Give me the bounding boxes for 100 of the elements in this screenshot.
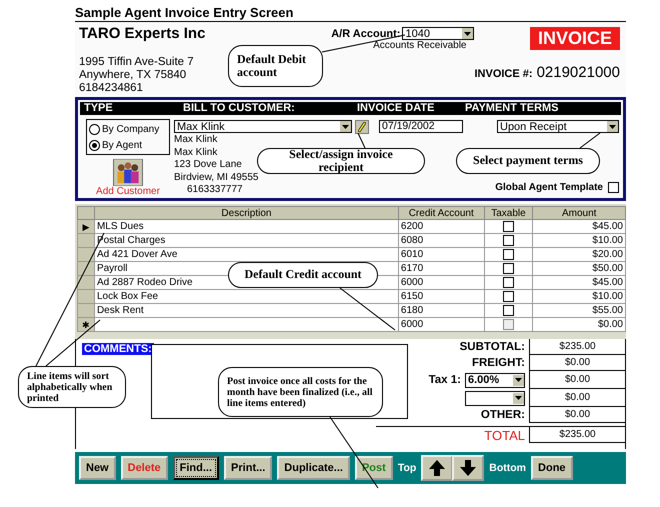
company-name: TARO Experts Inc xyxy=(79,25,206,42)
leader-line xyxy=(358,132,366,148)
table-cell: 6200 xyxy=(400,221,424,232)
table-cell: 6080 xyxy=(400,235,424,246)
caret-icon[interactable] xyxy=(464,32,472,36)
ar-account-description: Accounts Receivable xyxy=(373,40,466,51)
column-header: Taxable xyxy=(484,206,533,220)
taxable-checkbox[interactable] xyxy=(502,276,514,288)
taxable-checkbox[interactable] xyxy=(502,290,514,302)
tax-rate-dropdown[interactable]: 6.00% xyxy=(465,372,525,388)
row-selector[interactable]: ▶ xyxy=(78,220,94,234)
type-radio[interactable]: By Agent xyxy=(89,137,142,153)
total-label: FREIGHT: xyxy=(472,357,525,369)
invoice-number-label: INVOICE #: xyxy=(474,68,533,80)
total-amount: $0.00 xyxy=(564,357,590,368)
comments-label: COMMENTS: xyxy=(82,343,154,355)
global-agent-template-checkbox[interactable] xyxy=(608,182,619,193)
callout: Post invoice once all costs for the month have been finalized (i.e., all line items entered) xyxy=(218,367,383,417)
up-arrow-button[interactable] xyxy=(421,455,454,481)
total-amount: $235.00 xyxy=(559,429,596,440)
table-cell: $10.00 xyxy=(592,291,623,302)
table-cell: $50.00 xyxy=(592,263,623,274)
table-cell: $55.00 xyxy=(592,305,623,316)
company-address-line: Anywhere, TX 75840 xyxy=(79,69,186,82)
company-address-line: 1995 Tiffin Ave-Suite 7 xyxy=(79,56,194,69)
invoice-date-field[interactable]: 07/19/2002 xyxy=(379,120,463,133)
total-amount: $0.00 xyxy=(564,374,590,385)
table-cell: 6000 xyxy=(400,319,424,330)
table-cell: Payroll xyxy=(96,263,128,274)
table-cell: Ad 2887 Rodeo Drive xyxy=(96,277,193,288)
table-cell: $20.00 xyxy=(592,249,623,260)
callout: Default Credit account xyxy=(228,262,378,288)
toolbar-label: Top xyxy=(398,462,416,474)
people-icon[interactable] xyxy=(113,159,143,186)
table-cell: Lock Box Fee xyxy=(96,291,158,302)
toolbar-button[interactable]: Find... xyxy=(172,456,220,480)
toolbar-button[interactable]: Done xyxy=(531,456,573,480)
caret-icon[interactable] xyxy=(515,378,522,382)
caret-icon[interactable] xyxy=(342,124,349,128)
tax-rate-dropdown[interactable] xyxy=(465,390,525,406)
column-header: Description xyxy=(94,206,398,220)
caret-icon[interactable] xyxy=(515,396,522,400)
callout: Default Debit account xyxy=(228,45,323,87)
header-label: TYPE xyxy=(83,102,114,115)
table-cell: MLS Dues xyxy=(96,221,144,232)
tax-label: Tax 1: xyxy=(428,374,461,386)
toolbar-button[interactable]: New xyxy=(79,456,116,480)
callout: Select payment terms xyxy=(456,148,600,174)
ar-account-label: A/R Account: xyxy=(331,28,400,40)
payment-terms-dropdown[interactable]: Upon Receipt xyxy=(497,120,619,133)
table-cell: $0.00 xyxy=(598,319,623,330)
taxable-checkbox[interactable] xyxy=(502,220,514,232)
table-cell: 6150 xyxy=(400,291,424,302)
header-label: INVOICE DATE xyxy=(356,102,436,115)
invoice-badge: INVOICE xyxy=(530,27,620,50)
global-agent-template-label: Global Agent Template xyxy=(495,182,603,193)
total-amount: $0.00 xyxy=(564,392,590,403)
taxable-checkbox[interactable] xyxy=(502,262,514,274)
taxable-checkbox[interactable] xyxy=(502,248,514,260)
up-arrow-icon xyxy=(428,459,446,477)
type-radio[interactable]: By Company xyxy=(89,121,160,137)
down-arrow-button[interactable] xyxy=(452,455,484,481)
customer-detail: 6163337777 xyxy=(186,184,243,196)
caret-icon[interactable] xyxy=(609,124,616,128)
taxable-checkbox[interactable] xyxy=(502,234,514,246)
callout: Line items will sort alphabetically when printed xyxy=(18,366,126,408)
pencil-icon[interactable] xyxy=(355,120,369,134)
table-cell: $45.00 xyxy=(592,277,623,288)
column-header: Credit Account xyxy=(398,206,484,220)
customer-detail: Max Klink xyxy=(174,134,218,146)
header-label: BILL TO CUSTOMER: xyxy=(182,102,296,115)
total-amount: $235.00 xyxy=(559,341,596,352)
company-address-line: 6184234861 xyxy=(79,82,143,95)
table-cell: $10.00 xyxy=(592,235,623,246)
customer-detail: 123 Dove Lane xyxy=(174,159,242,172)
taxable-checkbox[interactable] xyxy=(502,318,514,330)
ar-account-dropdown[interactable]: 1040 xyxy=(402,27,474,40)
table-cell: 6170 xyxy=(400,263,424,274)
down-arrow-icon xyxy=(459,459,478,477)
toolbar-button[interactable]: Duplicate... xyxy=(277,456,350,480)
customer-detail: Max Klink xyxy=(174,146,218,159)
column-header: Amount xyxy=(532,206,626,220)
table-cell: 6010 xyxy=(400,249,424,260)
total-amount: $0.00 xyxy=(564,409,590,420)
table-cell: Ad 421 Dover Ave xyxy=(96,249,178,260)
customer-detail: Birdview, MI 49555 xyxy=(174,172,258,184)
table-cell: Desk Rent xyxy=(96,305,144,316)
total-label: OTHER: xyxy=(480,409,525,421)
customer-dropdown[interactable]: Max Klink xyxy=(174,120,352,133)
callout: Select/assign invoice recipient xyxy=(257,148,425,174)
leader-line xyxy=(580,132,600,148)
leader-line xyxy=(340,288,396,330)
page-title: Sample Agent Invoice Entry Screen xyxy=(75,4,294,21)
add-customer-link[interactable]: Add Customer xyxy=(96,186,160,197)
total-label: TOTAL xyxy=(484,428,525,442)
total-label: SUBTOTAL: xyxy=(460,341,525,353)
invoice-number: 0219021000 xyxy=(536,64,620,81)
toolbar-button[interactable]: Print... xyxy=(224,456,272,480)
table-cell: 6180 xyxy=(400,305,424,316)
taxable-checkbox[interactable] xyxy=(502,304,514,316)
